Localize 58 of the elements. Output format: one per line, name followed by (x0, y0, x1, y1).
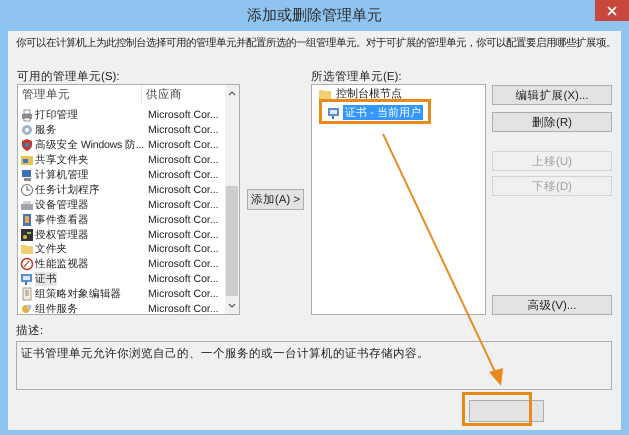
folder-icon (20, 242, 34, 256)
vendor-cell-text: Microsoft Cor... (148, 214, 220, 226)
snapin-name[interactable]: 任务计划程序 (35, 182, 148, 197)
computer-icon (20, 168, 34, 182)
column-header[interactable]: 管理单元 (18, 85, 142, 105)
vendor-cell-text: Microsoft Cor... (148, 124, 220, 136)
vendor-cell-text: Microsoft Cor... (148, 184, 220, 196)
snapin-name[interactable]: 共享文件夹 (35, 153, 148, 168)
highlight-frame (462, 392, 532, 426)
snapin-name[interactable]: 性能监视器 (35, 257, 148, 272)
description-text: 证书管理单元允许你浏览自己的、一个服务的或一台计算机的证书存储内容。 (21, 348, 429, 360)
vendor-cell-text: Microsoft Cor... (148, 169, 220, 181)
close-icon (607, 6, 617, 16)
vendor-cell-text: Microsoft Cor... (148, 198, 220, 211)
snapin-name[interactable]: 组策略对象编辑器 (35, 287, 148, 302)
vendor-cell-text: Microsoft Cor... (148, 139, 220, 152)
clock-icon (20, 182, 34, 197)
vendor-cell-text: Microsoft Cor... (148, 273, 220, 286)
vendor-cell-text: Microsoft Cor... (148, 243, 220, 256)
list-label: 所选管理单元(E): (311, 70, 402, 84)
column-header[interactable]: 供应商 (142, 85, 225, 105)
intro-text: 你可以在计算机上为此控制台选择可用的管理单元并配置所选的一组管理单元。对于可扩展的管理单元，你可以配置要启用哪些扩展项。 (16, 36, 616, 51)
snapin-name[interactable]: 授权管理器 (35, 228, 148, 242)
add-button[interactable]: 添加(A) > (247, 189, 304, 210)
side-button[interactable]: 删除(R) (492, 112, 612, 132)
snapin-name[interactable]: 计算机管理 (35, 168, 148, 182)
vendor-cell-text: Microsoft Cor... (148, 228, 220, 241)
certificate-icon (327, 106, 341, 120)
description-label: 描述: (16, 324, 44, 338)
document-icon (20, 287, 34, 302)
close-button[interactable] (595, 0, 629, 21)
snapin-name[interactable]: 证书 (35, 272, 57, 286)
printer-icon (20, 108, 34, 122)
vendor-cell-text: Microsoft Cor... (148, 109, 220, 122)
scroll-up-icon[interactable] (228, 90, 236, 96)
snapin-name[interactable]: 文件夹 (35, 242, 148, 256)
scroll-thumb[interactable] (226, 186, 238, 296)
snapin-name[interactable]: 设备管理器 (35, 198, 148, 212)
snapin-name[interactable]: 打印管理 (35, 108, 148, 122)
side-button[interactable]: 编辑扩展(X)... (492, 85, 612, 105)
gauge-icon (20, 257, 34, 272)
vendor-cell-text: Microsoft Cor... (148, 154, 220, 166)
window-title: 添加或删除管理单元 (247, 6, 382, 25)
vendor-cell-text: Microsoft Cor... (148, 288, 220, 300)
certificate-icon (20, 272, 34, 286)
scroll-down-icon[interactable] (228, 303, 236, 309)
tree-node[interactable]: 控制台根节点 (334, 86, 404, 101)
snapin-name[interactable]: 组件服务 (35, 302, 148, 316)
shield-icon (20, 138, 34, 152)
vendor-cell-text: Microsoft Cor... (148, 303, 220, 316)
snapin-name[interactable]: 事件查看器 (35, 212, 148, 227)
scrollbar[interactable] (225, 85, 239, 314)
snapin-name[interactable]: 高级安全 Windows 防... (35, 138, 148, 152)
side-button[interactable]: 高级(V)... (492, 295, 612, 315)
vendor-cell-text: Microsoft Cor... (148, 258, 220, 270)
list-label: 可用的管理单元(S): (16, 70, 121, 84)
folder-icon (20, 153, 34, 168)
snapin-name[interactable]: 服务 (35, 123, 148, 138)
